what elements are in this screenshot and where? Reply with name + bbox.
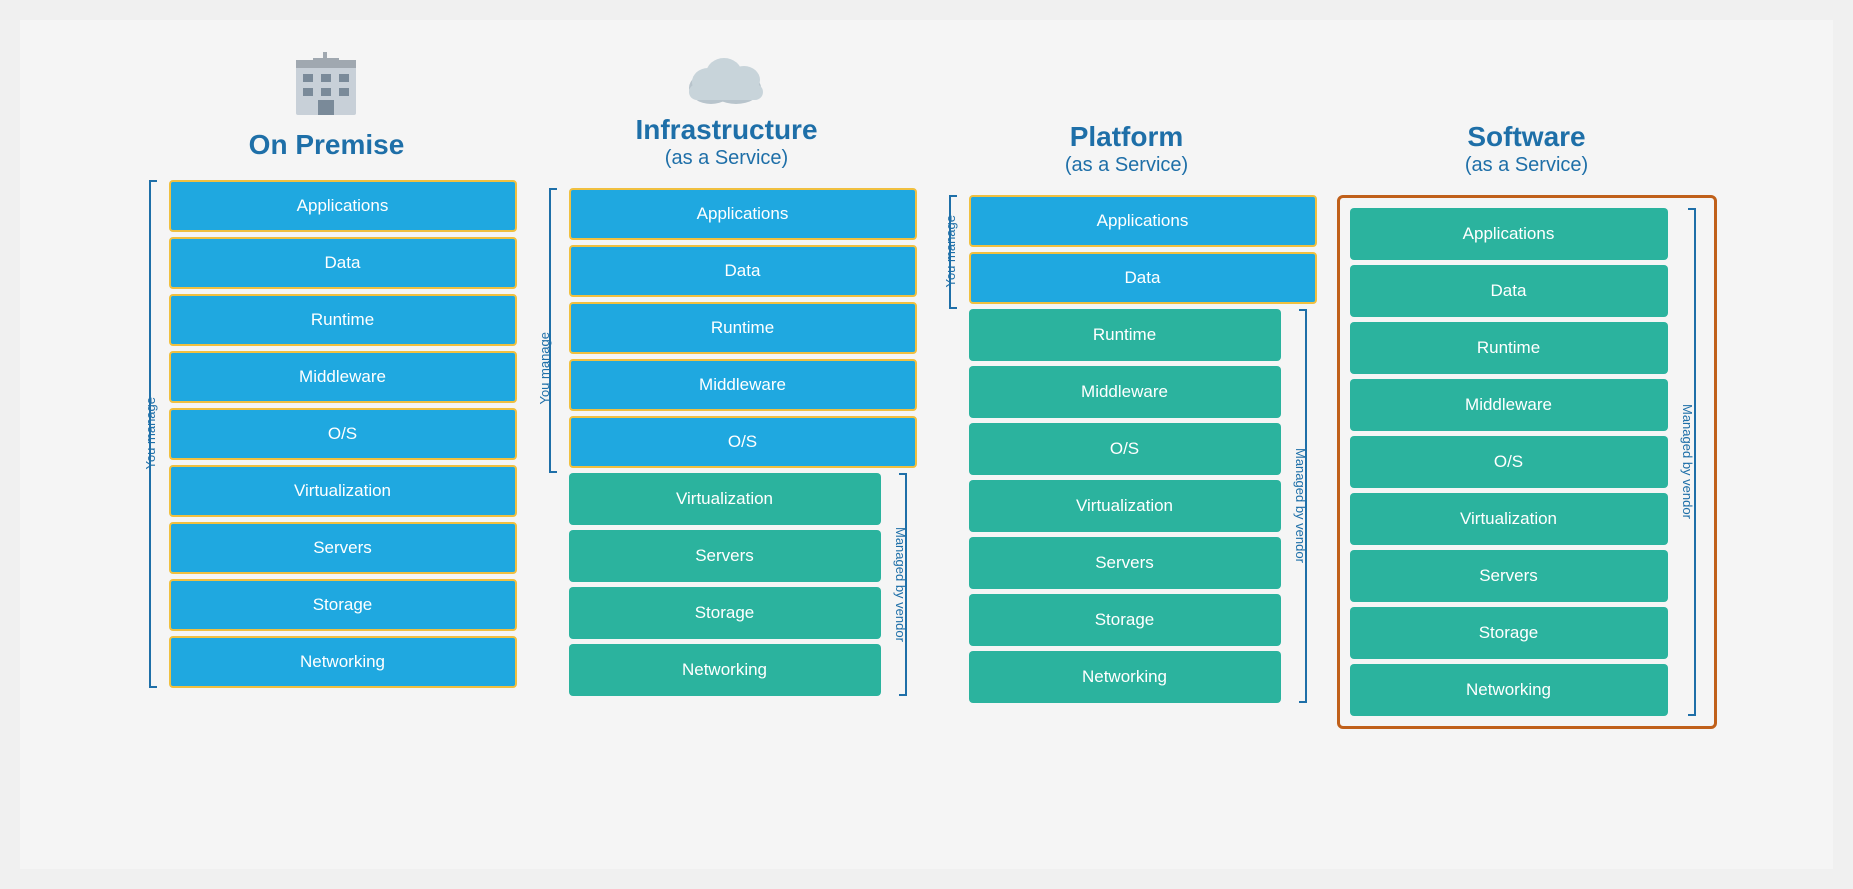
platform-header: Platform (as a Service) (1065, 50, 1188, 177)
infrastructure-title: Infrastructure (635, 113, 817, 147)
platform-vendor-label: Managed by vendor (1293, 448, 1308, 563)
software-vendor-bracket: Managed by vendor (1672, 208, 1704, 716)
tile-applications: Applications (1350, 208, 1668, 260)
column-infrastructure: Infrastructure (as a Service) You manage… (527, 50, 927, 696)
tile-applications: Applications (969, 195, 1317, 247)
diagram: On Premise You manage Applications Data … (20, 20, 1833, 869)
infrastructure-subtitle: (as a Service) (665, 147, 788, 170)
tile-data: Data (569, 245, 917, 297)
tile-storage: Storage (569, 587, 881, 639)
cloud-icon (686, 50, 766, 105)
tile-virtualization: Virtualization (1350, 493, 1668, 545)
tile-servers: Servers (169, 522, 517, 574)
infra-vendor-tiles: Virtualization Servers Storage Networkin… (569, 473, 881, 696)
tile-servers: Servers (969, 537, 1281, 589)
on-premise-body: You manage Applications Data Runtime Mid… (137, 180, 517, 688)
tile-virtualization: Virtualization (169, 465, 517, 517)
infrastructure-body: You manage Applications Data Runtime Mid… (537, 188, 917, 696)
software-title: Software (1467, 120, 1585, 154)
tile-middleware: Middleware (169, 351, 517, 403)
tile-data: Data (169, 237, 517, 289)
on-premise-title: On Premise (249, 128, 405, 162)
platform-title: Platform (1070, 120, 1184, 154)
tile-os: O/S (569, 416, 917, 468)
platform-body: You manage Applications Data Runtime Mid… (937, 195, 1317, 703)
tile-servers: Servers (569, 530, 881, 582)
tile-virtualization: Virtualization (569, 473, 881, 525)
tile-runtime: Runtime (1350, 322, 1668, 374)
building-icon (291, 50, 361, 120)
tile-middleware: Middleware (1350, 379, 1668, 431)
tile-middleware: Middleware (569, 359, 917, 411)
tile-runtime: Runtime (169, 294, 517, 346)
infrastructure-header: Infrastructure (as a Service) (635, 50, 817, 170)
on-premise-you-manage-label: You manage (143, 397, 158, 470)
tile-servers: Servers (1350, 550, 1668, 602)
software-tiles: Applications Data Runtime Middleware O/S… (1350, 208, 1668, 716)
tile-networking: Networking (1350, 664, 1668, 716)
tile-os: O/S (969, 423, 1281, 475)
tile-storage: Storage (169, 579, 517, 631)
tile-networking: Networking (969, 651, 1281, 703)
infra-you-manage-tiles: Applications Data Runtime Middleware O/S (569, 188, 917, 468)
tile-applications: Applications (569, 188, 917, 240)
tile-runtime: Runtime (569, 302, 917, 354)
tile-storage: Storage (969, 594, 1281, 646)
tile-data: Data (969, 252, 1317, 304)
tile-applications: Applications (169, 180, 517, 232)
tile-networking: Networking (569, 644, 881, 696)
tile-networking: Networking (169, 636, 517, 688)
software-subtitle: (as a Service) (1465, 154, 1588, 177)
platform-you-tiles: Applications Data (969, 195, 1317, 304)
column-software: Software (as a Service) Applications Dat… (1327, 50, 1727, 729)
software-header: Software (as a Service) (1465, 50, 1588, 177)
column-on-premise: On Premise You manage Applications Data … (127, 50, 527, 688)
software-box: Applications Data Runtime Middleware O/S… (1337, 195, 1717, 729)
tile-storage: Storage (1350, 607, 1668, 659)
infra-you-manage-label: You manage (537, 332, 565, 405)
software-vendor-label: Managed by vendor (1680, 404, 1695, 519)
tile-virtualization: Virtualization (969, 480, 1281, 532)
column-platform: Platform (as a Service) You manage Appli… (927, 50, 1327, 703)
on-premise-header: On Premise (249, 50, 405, 162)
tile-os: O/S (1350, 436, 1668, 488)
tile-data: Data (1350, 265, 1668, 317)
tile-os: O/S (169, 408, 517, 460)
platform-vendor-tiles: Runtime Middleware O/S Virtualization Se… (969, 309, 1281, 703)
on-premise-tiles: Applications Data Runtime Middleware O/S… (169, 180, 517, 688)
infra-vendor-label: Managed by vendor (893, 527, 908, 642)
tile-runtime: Runtime (969, 309, 1281, 361)
platform-you-manage-label: You manage (943, 215, 958, 288)
tile-middleware: Middleware (969, 366, 1281, 418)
platform-subtitle: (as a Service) (1065, 154, 1188, 177)
